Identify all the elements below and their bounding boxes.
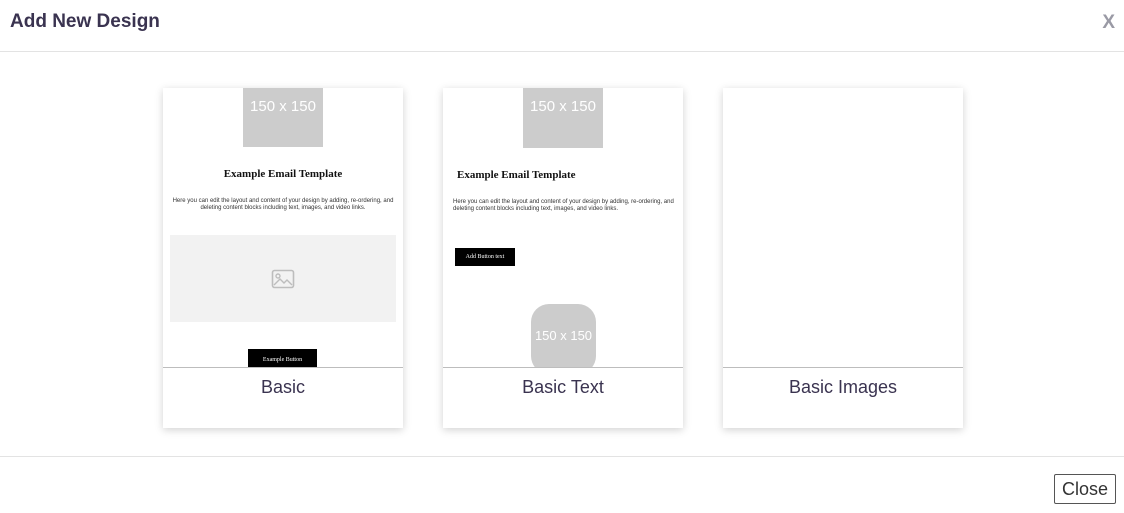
dialog-title: Add New Design [10,11,160,32]
image-placeholder: 150 x 150 [523,88,603,148]
close-button[interactable]: Close [1054,474,1116,504]
template-card-basic[interactable]: 150 x 150 Example Email Template Here yo… [163,88,403,428]
image-placeholder: 150 x 150 [243,88,323,147]
template-preview: 150 x 150 Example Email Template Here yo… [443,88,683,368]
template-label: Basic Images [788,377,898,397]
template-body-text: Here you can edit the layout and content… [172,198,394,211]
template-card-basic-images[interactable]: Basic Images [723,88,963,428]
template-card-basic-text[interactable]: 150 x 150 Example Email Template Here yo… [443,88,683,428]
template-heading: Example Email Template [223,168,343,180]
dialog-footer: Close [0,456,1124,513]
template-body-text: Here you can edit the layout and content… [453,199,674,212]
template-gallery: 150 x 150 Example Email Template Here yo… [0,52,1124,456]
template-example-button: Example Button [248,349,317,367]
dialog-header: Add New Design X [0,0,1124,52]
image-block [170,235,396,322]
template-add-button: Add Button text [455,248,515,266]
image-icon [271,269,295,289]
close-icon[interactable]: X [1102,12,1115,34]
image-placeholder-rounded: 150 x 150 [531,304,596,367]
template-label: Basic Text [522,377,604,397]
template-preview [723,88,963,368]
template-label: Basic [260,377,305,397]
template-heading: Example Email Template [457,169,576,181]
template-preview: 150 x 150 Example Email Template Here yo… [163,88,403,368]
add-new-design-dialog: Add New Design X 150 x 150 Example Email… [0,0,1124,513]
